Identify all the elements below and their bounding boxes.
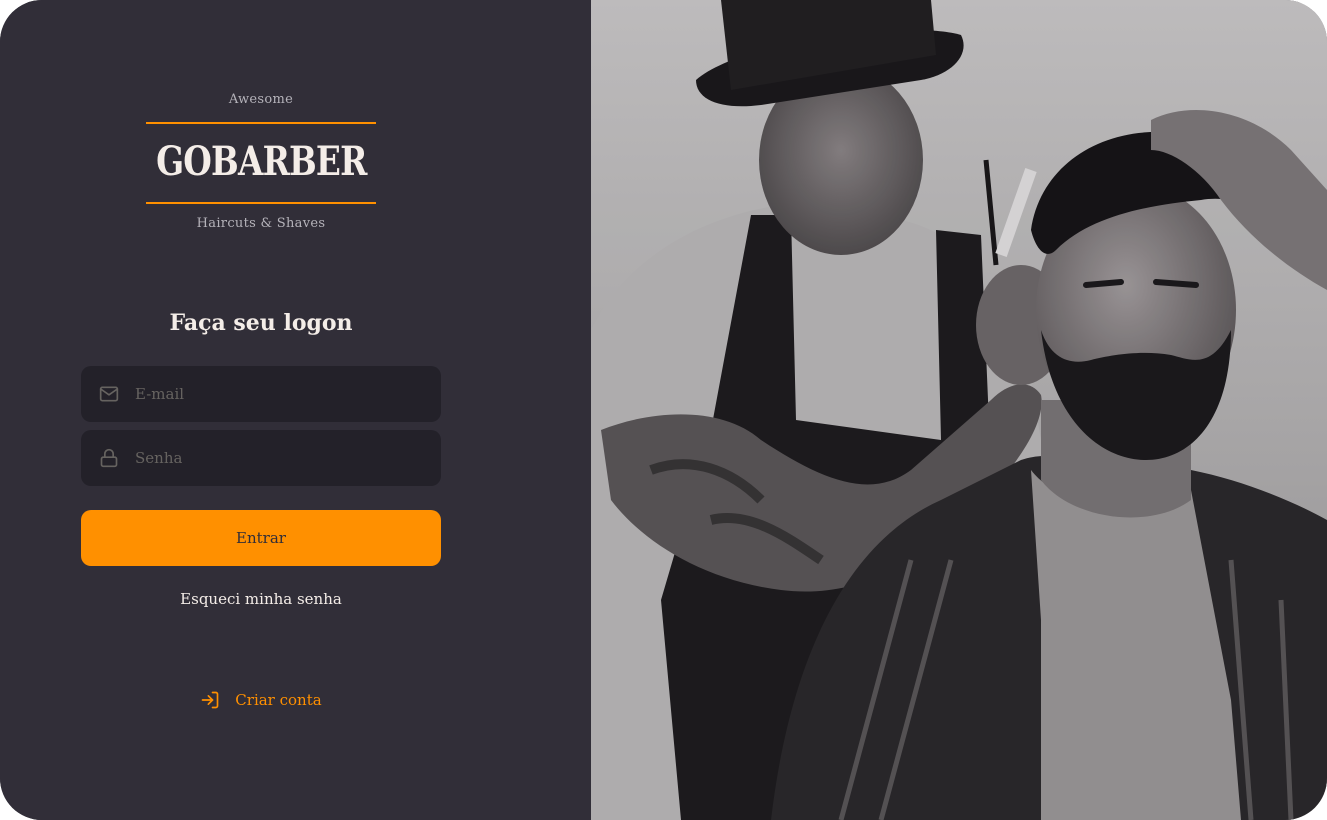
login-panel: Awesome GOBARBER Haircuts & Shaves Faça … bbox=[0, 0, 591, 820]
app-window: Awesome GOBARBER Haircuts & Shaves Faça … bbox=[0, 0, 1327, 820]
lock-icon bbox=[99, 448, 119, 468]
password-field-container[interactable] bbox=[81, 430, 441, 486]
logo-divider-top bbox=[146, 122, 376, 124]
forgot-password-link[interactable]: Esqueci minha senha bbox=[81, 590, 441, 608]
create-account-link[interactable]: Criar conta bbox=[81, 690, 441, 710]
barber-photo-illustration bbox=[591, 0, 1327, 820]
create-account-label[interactable]: Criar conta bbox=[235, 691, 321, 709]
email-field-container[interactable] bbox=[81, 366, 441, 422]
logo-brand-text: GOBARBER bbox=[155, 138, 367, 185]
hero-photo bbox=[591, 0, 1327, 820]
logo-tagline-bottom: Haircuts & Shaves bbox=[196, 216, 326, 231]
mail-icon bbox=[99, 384, 119, 404]
logo-tagline-top: Awesome bbox=[228, 92, 294, 107]
logo-brand: GOBARBER bbox=[146, 134, 376, 190]
page-title: Faça seu logon bbox=[169, 310, 353, 336]
password-input[interactable] bbox=[135, 430, 425, 486]
log-in-icon bbox=[200, 690, 220, 710]
logo-divider-bottom bbox=[146, 202, 376, 204]
submit-button[interactable]: Entrar bbox=[81, 510, 441, 566]
email-input[interactable] bbox=[135, 366, 425, 422]
gobarber-logo: Awesome GOBARBER Haircuts & Shaves bbox=[146, 88, 376, 238]
